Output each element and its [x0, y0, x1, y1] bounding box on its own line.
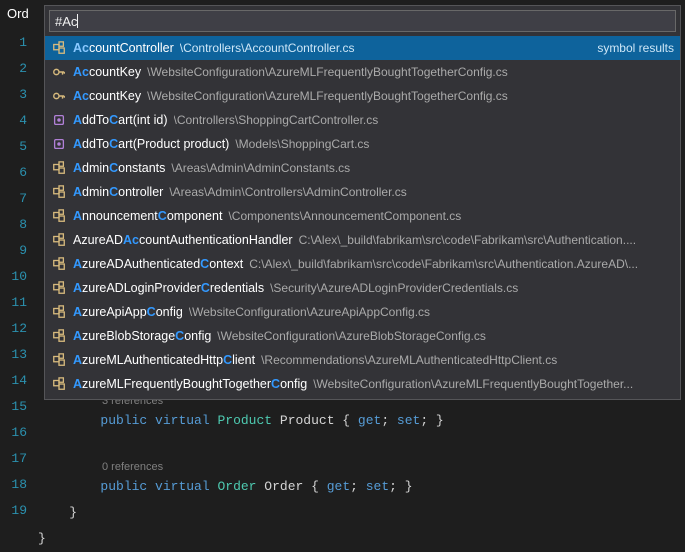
- result-name: AzureADAccountAuthenticationHandler: [73, 233, 293, 247]
- method-icon: [51, 136, 67, 152]
- class-icon: [51, 376, 67, 392]
- result-name: AzureApiAppConfig: [73, 305, 183, 319]
- result-name: AccountController: [73, 41, 174, 55]
- result-path: \WebsiteConfiguration\AzureMLFrequentlyB…: [147, 89, 508, 103]
- search-result-item[interactable]: AnnouncementComponent \Components\Announc…: [45, 204, 680, 228]
- search-result-item[interactable]: AccountController \Controllers\AccountCon…: [45, 36, 680, 60]
- code-line: }: [33, 526, 685, 552]
- line-number: 11: [0, 290, 33, 316]
- line-number: 6: [0, 160, 33, 186]
- result-name: AddToCart(Product product): [73, 137, 229, 151]
- result-path: \WebsiteConfiguration\AzureMLFrequentlyB…: [313, 377, 633, 391]
- search-result-item[interactable]: AddToCart(int id) \Controllers\ShoppingCa…: [45, 108, 680, 132]
- class-icon: [51, 184, 67, 200]
- search-result-item[interactable]: AzureApiAppConfig \WebsiteConfiguration\A…: [45, 300, 680, 324]
- line-number: 2: [0, 56, 33, 82]
- search-result-item[interactable]: AccountKey \WebsiteConfiguration\AzureMLF…: [45, 60, 680, 84]
- line-number: 4: [0, 108, 33, 134]
- result-path: \WebsiteConfiguration\AzureBlobStorageCo…: [217, 329, 486, 343]
- class-icon: [51, 304, 67, 320]
- line-number: 10: [0, 264, 33, 290]
- result-name: AzureADLoginProviderCredentials: [73, 281, 264, 295]
- line-number: 15: [0, 394, 33, 420]
- result-name: AzureADAuthenticatedContext: [73, 257, 243, 271]
- result-name: AdminConstants: [73, 161, 165, 175]
- line-number: 16: [0, 420, 33, 446]
- result-name: AccountKey: [73, 89, 141, 103]
- class-icon: [51, 280, 67, 296]
- code-line: [33, 434, 685, 460]
- result-path: \WebsiteConfiguration\AzureMLFrequentlyB…: [147, 65, 508, 79]
- class-icon: [51, 40, 67, 56]
- search-query-text: #Ac: [55, 14, 77, 29]
- line-number: 7: [0, 186, 33, 212]
- search-input[interactable]: #Ac: [49, 10, 676, 32]
- symbol-results-label: symbol results: [589, 41, 674, 55]
- key-icon: [51, 64, 67, 80]
- line-number: 5: [0, 134, 33, 160]
- search-result-item[interactable]: AzureBlobStorageConfig \WebsiteConfigurat…: [45, 324, 680, 348]
- line-number: 3: [0, 82, 33, 108]
- search-results: AccountController \Controllers\AccountCon…: [45, 36, 680, 399]
- line-number: 19: [0, 498, 33, 524]
- tab-label[interactable]: Ord: [7, 6, 29, 21]
- code-line: }: [33, 500, 685, 526]
- result-path: C:\Alex\_build\fabrikam\src\code\Fabrika…: [249, 257, 638, 271]
- result-name: AdminController: [73, 185, 163, 199]
- line-number: 9: [0, 238, 33, 264]
- class-icon: [51, 160, 67, 176]
- line-number-gutter: 12345678910111213141516171819: [0, 30, 33, 551]
- result-path: \Areas\Admin\Controllers\AdminController…: [169, 185, 406, 199]
- key-icon: [51, 88, 67, 104]
- search-result-item[interactable]: AccountKey \WebsiteConfiguration\AzureMLF…: [45, 84, 680, 108]
- class-icon: [51, 208, 67, 224]
- result-name: AddToCart(int id): [73, 113, 168, 127]
- result-name: AzureBlobStorageConfig: [73, 329, 211, 343]
- class-icon: [51, 232, 67, 248]
- result-name: AnnouncementComponent: [73, 209, 222, 223]
- result-path: \Models\ShoppingCart.cs: [235, 137, 369, 151]
- search-result-item[interactable]: AzureMLAuthenticatedHttpClient \Recommend…: [45, 348, 680, 372]
- result-path: \WebsiteConfiguration\AzureApiAppConfig.…: [189, 305, 430, 319]
- codelens-references[interactable]: 0 references: [33, 460, 685, 474]
- line-number: 17: [0, 446, 33, 472]
- search-result-item[interactable]: AddToCart(Product product) \Models\Shoppi…: [45, 132, 680, 156]
- result-path: \Controllers\AccountController.cs: [180, 41, 355, 55]
- search-result-item[interactable]: AzureADLoginProviderCredentials \Security…: [45, 276, 680, 300]
- result-name: AccountKey: [73, 65, 141, 79]
- line-number: 1: [0, 30, 33, 56]
- line-number: 13: [0, 342, 33, 368]
- class-icon: [51, 352, 67, 368]
- code-line: public virtual Product Product { get; se…: [33, 408, 685, 434]
- line-number: 8: [0, 212, 33, 238]
- code-line: public virtual Order Order { get; set; }: [33, 474, 685, 500]
- line-number: 14: [0, 368, 33, 394]
- text-caret: [77, 14, 78, 28]
- search-result-item[interactable]: AdminConstants \Areas\Admin\AdminConstant…: [45, 156, 680, 180]
- line-number: 18: [0, 472, 33, 498]
- result-path: \Components\AnnouncementComponent.cs: [228, 209, 461, 223]
- search-result-item[interactable]: AdminController \Areas\Admin\Controllers\…: [45, 180, 680, 204]
- result-path: \Areas\Admin\AdminConstants.cs: [171, 161, 350, 175]
- navigate-to-popup: #Ac AccountController \Controllers\Accoun…: [44, 5, 681, 400]
- class-icon: [51, 328, 67, 344]
- line-number: 12: [0, 316, 33, 342]
- result-path: \Security\AzureADLoginProviderCredential…: [270, 281, 518, 295]
- search-result-item[interactable]: AzureADAuthenticatedContext C:\Alex\_buil…: [45, 252, 680, 276]
- result-path: C:\Alex\_build\fabrikam\src\code\Fabrika…: [299, 233, 636, 247]
- result-name: AzureMLAuthenticatedHttpClient: [73, 353, 255, 367]
- method-icon: [51, 112, 67, 128]
- result-path: \Controllers\ShoppingCartController.cs: [174, 113, 379, 127]
- result-path: \Recommendations\AzureMLAuthenticatedHtt…: [261, 353, 557, 367]
- search-result-item[interactable]: AzureMLFrequentlyBoughtTogetherConfig \We…: [45, 372, 680, 396]
- search-result-item[interactable]: AzureADAccountAuthenticationHandler C:\Al…: [45, 228, 680, 252]
- result-name: AzureMLFrequentlyBoughtTogetherConfig: [73, 377, 307, 391]
- class-icon: [51, 256, 67, 272]
